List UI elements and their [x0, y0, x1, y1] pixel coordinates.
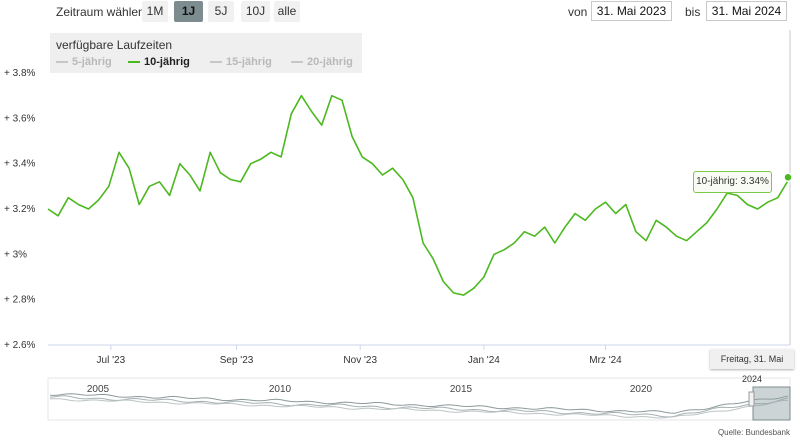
x-tick-label: Nov '23: [343, 355, 377, 366]
y-tick-label: + 2.8%: [4, 295, 36, 306]
navigator-tick-label: 2020: [630, 384, 653, 395]
chart-widget: Zeitraum wählen: 1M 1J 5J 10J alle von 3…: [0, 0, 800, 441]
y-tick-label: + 3.4%: [4, 159, 36, 170]
series-line-10-jahrig: [47, 94, 791, 296]
legend-item-15-jahrig[interactable]: 15-jährig: [210, 56, 272, 68]
navigator-tick-label: 2005: [87, 384, 110, 395]
y-tick-label: + 3%: [4, 249, 27, 260]
y-tick-label: + 3.2%: [4, 204, 36, 215]
x-tick-label: Mrz '24: [589, 355, 622, 366]
legend: verfügbare Laufzeiten 5-jährig 10-jährig…: [50, 33, 362, 73]
legend-item-label: 5-jährig: [72, 56, 112, 68]
x-tick-label: Jul '23: [97, 355, 126, 366]
crosshair-date-label: Freitag, 31. Mai 2024: [710, 349, 794, 384]
legend-title: verfügbare Laufzeiten: [56, 38, 173, 52]
navigator-tick-label: 2010: [269, 384, 292, 395]
legend-item-label: 10-jährig: [144, 56, 190, 68]
legend-swatch: [291, 61, 303, 63]
legend-item-5-jahrig[interactable]: 5-jährig: [56, 56, 112, 68]
y-tick-label: + 3.8%: [4, 68, 36, 79]
navigator-selection[interactable]: [752, 386, 791, 421]
y-tick-label: + 3.6%: [4, 113, 36, 124]
navigator-handle-left[interactable]: [748, 391, 755, 407]
tooltip: 10-jährig: 3.34%: [693, 171, 772, 193]
source-credit: Quelle: Bundesbank: [717, 428, 790, 437]
legend-item-20-jahrig[interactable]: 20-jährig: [291, 56, 353, 68]
legend-swatch: [128, 61, 140, 63]
legend-item-10-jahrig[interactable]: 10-jährig: [128, 56, 190, 68]
navigator-tick-label: 2015: [450, 384, 473, 395]
x-tick-label: Sep '23: [220, 355, 254, 366]
legend-swatch: [210, 61, 222, 63]
legend-item-label: 20-jährig: [307, 56, 353, 68]
y-tick-label: + 2.6%: [4, 340, 36, 351]
hover-marker: [783, 172, 793, 183]
legend-swatch: [56, 61, 68, 63]
y-axis: + 2.6% + 2.8% + 3% + 3.2% + 3.4% + 3.6% + 3.8%: [4, 68, 36, 351]
x-axis: Jul '23 Sep '23 Nov '23 Jan '24 Mrz '24: [97, 345, 622, 366]
x-tick-label: Jan '24: [468, 355, 500, 366]
navigator[interactable]: [47, 377, 791, 421]
legend-item-label: 15-jährig: [226, 56, 272, 68]
